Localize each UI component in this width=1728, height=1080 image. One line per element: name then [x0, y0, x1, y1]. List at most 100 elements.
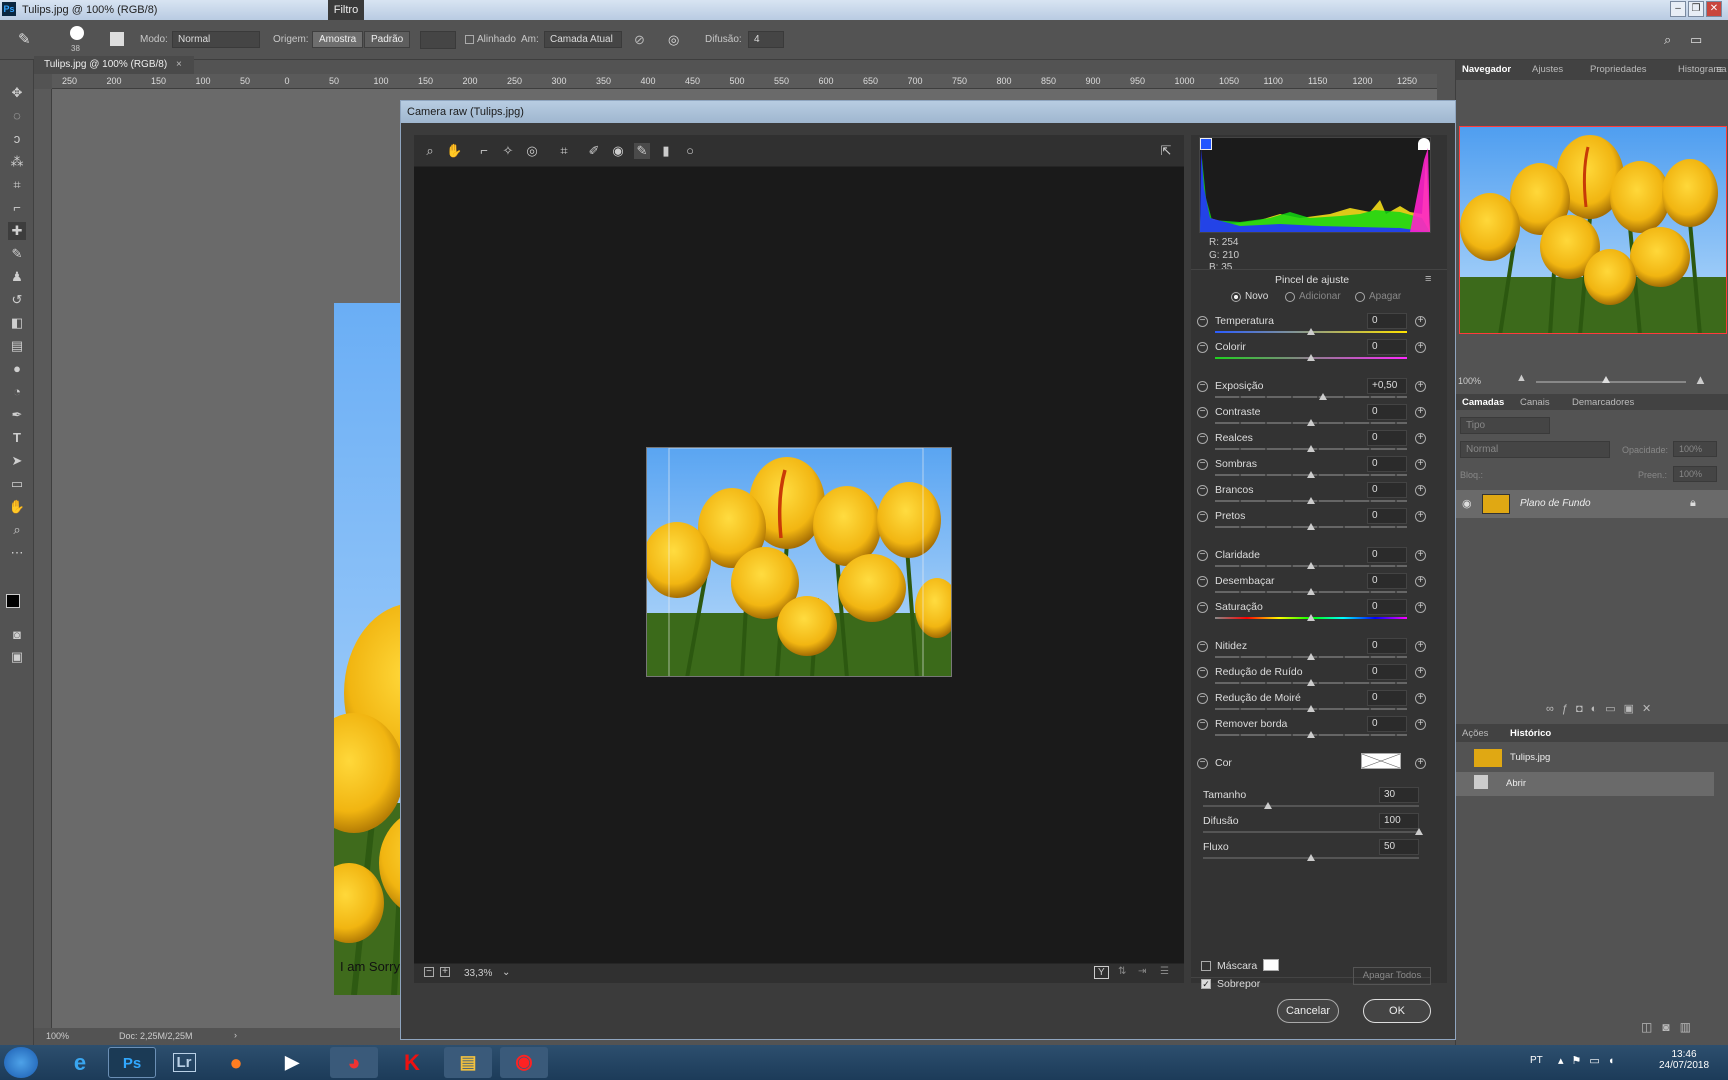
- type-tool-icon[interactable]: T: [8, 429, 26, 447]
- panel-menu-icon[interactable]: ≡: [1716, 64, 1722, 76]
- slider-thumb[interactable]: [1307, 588, 1315, 595]
- decrease-icon[interactable]: −: [1197, 381, 1208, 392]
- lasso-tool-icon[interactable]: ↄ: [8, 130, 26, 148]
- gradient-tool-icon[interactable]: ▤: [8, 337, 26, 355]
- slider-value[interactable]: 0: [1367, 690, 1407, 706]
- layer-row[interactable]: ◉ Plano de Fundo 🔒︎: [1456, 490, 1728, 518]
- screen-mode-icon[interactable]: ▣: [8, 648, 26, 666]
- language-indicator[interactable]: PT: [1530, 1055, 1543, 1066]
- radial-filter-icon[interactable]: ○: [682, 143, 698, 159]
- white-balance-icon[interactable]: ⌐: [476, 143, 492, 159]
- tray-icons[interactable]: ▴⚑▭◖: [1558, 1054, 1622, 1067]
- slider-value[interactable]: 0: [1367, 456, 1407, 472]
- slider-value[interactable]: 0: [1367, 638, 1407, 654]
- swap-settings-icon[interactable]: ⇅: [1118, 966, 1126, 977]
- increase-icon[interactable]: +: [1415, 407, 1426, 418]
- slider-thumb[interactable]: [1307, 354, 1315, 361]
- color-sampler-icon[interactable]: ✧: [500, 143, 516, 159]
- start-button[interactable]: [4, 1047, 38, 1078]
- navigator-zoom-thumb[interactable]: [1602, 376, 1610, 383]
- layer-kind-filter[interactable]: Tipo: [1460, 417, 1550, 434]
- slider-thumb[interactable]: [1307, 614, 1315, 621]
- panel-tab[interactable]: Ações: [1462, 728, 1488, 739]
- copy-settings-icon[interactable]: ⇥: [1138, 966, 1146, 977]
- increase-icon[interactable]: +: [1415, 693, 1426, 704]
- panel-tab[interactable]: Demarcadores: [1572, 397, 1634, 408]
- decrease-icon[interactable]: −: [1197, 485, 1208, 496]
- brush-preview-icon[interactable]: [70, 26, 84, 40]
- decrease-icon[interactable]: −: [1197, 719, 1208, 730]
- explorer-icon[interactable]: ▤: [444, 1047, 492, 1078]
- hand-icon[interactable]: ✋: [446, 143, 462, 159]
- decrease-icon[interactable]: −: [1197, 316, 1208, 327]
- zoom-dropdown-icon[interactable]: ⌄: [502, 967, 510, 978]
- workspace-icon[interactable]: ▭: [1690, 32, 1702, 48]
- stamp-tool-icon[interactable]: ♟: [8, 268, 26, 286]
- restore-icon[interactable]: ❐: [1688, 1, 1704, 17]
- status-arrow-icon[interactable]: ›: [234, 1030, 237, 1040]
- zoom-in-icon[interactable]: ▲: [1694, 372, 1707, 387]
- decrease-icon[interactable]: −: [1197, 576, 1208, 587]
- increase-icon[interactable]: +: [1415, 758, 1426, 769]
- red-eye-icon[interactable]: ◉: [610, 143, 626, 159]
- increase-icon[interactable]: +: [1415, 719, 1426, 730]
- quick-mask-icon[interactable]: ◙: [8, 626, 26, 644]
- brush-tool-icon[interactable]: ✎: [8, 245, 26, 263]
- sample-select[interactable]: Camada Atual: [544, 31, 622, 48]
- pattern-button[interactable]: Padrão: [364, 31, 411, 48]
- increase-icon[interactable]: +: [1415, 550, 1426, 561]
- history-brush-icon[interactable]: ↺: [8, 291, 26, 309]
- slider-thumb[interactable]: [1307, 705, 1315, 712]
- spot-removal-icon[interactable]: ✐: [586, 143, 602, 159]
- decrease-icon[interactable]: −: [1197, 433, 1208, 444]
- increase-icon[interactable]: +: [1415, 485, 1426, 496]
- slider-value[interactable]: 0: [1367, 547, 1407, 563]
- opacity-field[interactable]: 100%: [1673, 441, 1717, 457]
- brush-thumb[interactable]: [1307, 854, 1315, 861]
- zoom-plus-icon[interactable]: +: [440, 967, 450, 977]
- increase-icon[interactable]: +: [1415, 316, 1426, 327]
- slider-value[interactable]: 0: [1367, 599, 1407, 615]
- brush-value[interactable]: 100: [1379, 813, 1419, 829]
- increase-icon[interactable]: +: [1415, 667, 1426, 678]
- marquee-tool-icon[interactable]: ◌: [8, 107, 26, 125]
- history-item[interactable]: Tulips.jpg: [1456, 746, 1714, 770]
- targeted-adjust-icon[interactable]: ◎: [524, 143, 540, 159]
- decrease-icon[interactable]: −: [1197, 511, 1208, 522]
- decrease-icon[interactable]: −: [1197, 459, 1208, 470]
- slider-value[interactable]: 0: [1367, 482, 1407, 498]
- decrease-icon[interactable]: −: [1197, 407, 1208, 418]
- eyedropper-tool-icon[interactable]: ⌐: [8, 199, 26, 217]
- history-item[interactable]: Abrir: [1456, 772, 1714, 796]
- panel-tab[interactable]: Histórico: [1510, 728, 1551, 739]
- path-select-icon[interactable]: ➤: [8, 452, 26, 470]
- panel-tab[interactable]: Canais: [1520, 397, 1550, 408]
- navigator-thumbnail[interactable]: [1459, 126, 1727, 334]
- brush-value[interactable]: 50: [1379, 839, 1419, 855]
- slider-thumb[interactable]: [1307, 523, 1315, 530]
- ie-icon[interactable]: e: [56, 1047, 104, 1078]
- clone-source-icon[interactable]: [110, 32, 124, 46]
- slider-thumb[interactable]: [1307, 731, 1315, 738]
- decrease-icon[interactable]: −: [1197, 758, 1208, 769]
- slider-value[interactable]: 0: [1367, 664, 1407, 680]
- zoom-tool-icon[interactable]: ⌕: [8, 521, 26, 539]
- increase-icon[interactable]: +: [1415, 381, 1426, 392]
- move-tool-icon[interactable]: ✥: [8, 84, 26, 102]
- slider-value[interactable]: 0: [1367, 573, 1407, 589]
- aligned-checkbox[interactable]: [465, 35, 474, 44]
- slider-value[interactable]: 0: [1367, 339, 1407, 355]
- panel-tab[interactable]: Navegador: [1462, 64, 1511, 75]
- clock[interactable]: 13:46 24/07/2018: [1654, 1049, 1714, 1071]
- dodge-tool-icon[interactable]: ◔: [8, 383, 26, 401]
- increase-icon[interactable]: +: [1415, 511, 1426, 522]
- clear-all-button[interactable]: Apagar Todos: [1353, 967, 1431, 985]
- slider-thumb[interactable]: [1307, 497, 1315, 504]
- panel-tab[interactable]: Ajustes: [1532, 64, 1563, 75]
- decrease-icon[interactable]: −: [1197, 602, 1208, 613]
- mask-color-swatch[interactable]: [1263, 959, 1279, 971]
- mask-checkbox[interactable]: [1201, 961, 1211, 971]
- more-tools-icon[interactable]: ⋯: [8, 544, 26, 562]
- brush-thumb[interactable]: [1415, 828, 1423, 835]
- healing-tool-icon[interactable]: ✚: [8, 222, 26, 240]
